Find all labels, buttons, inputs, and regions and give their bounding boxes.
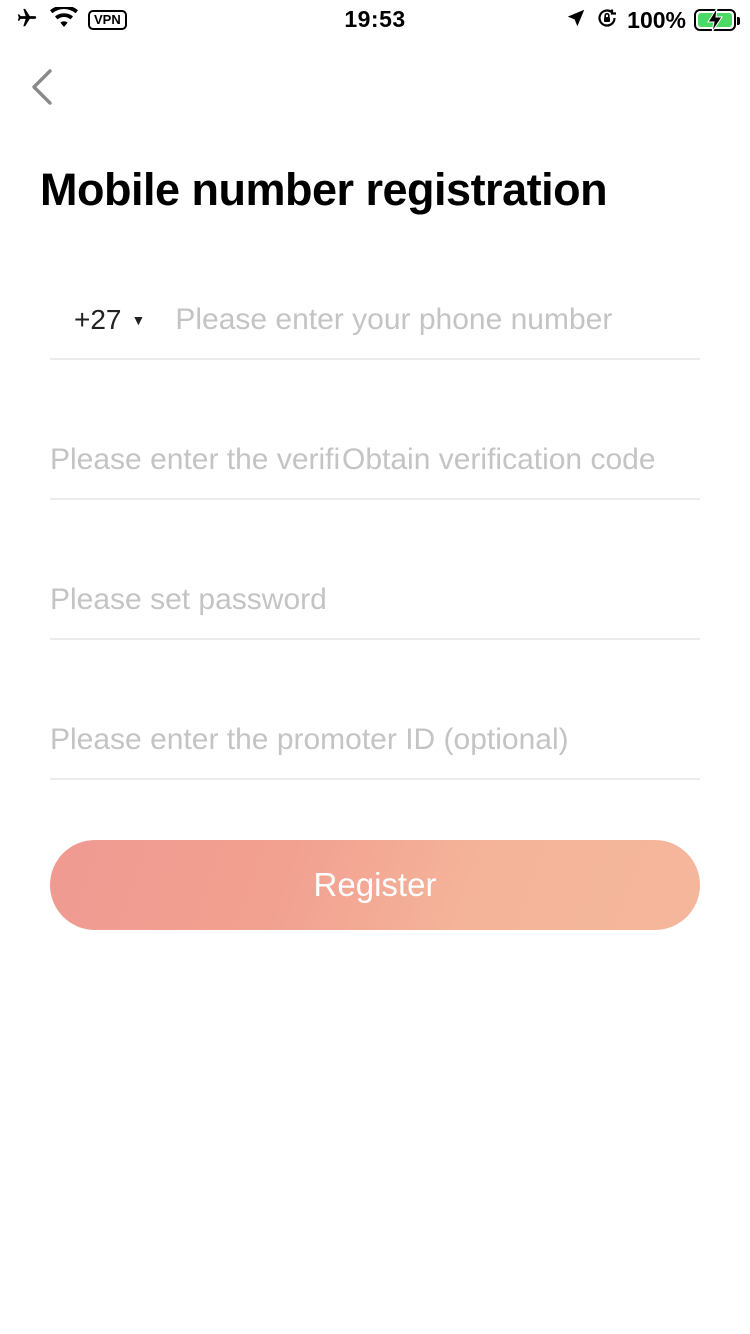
password-input[interactable] — [50, 570, 700, 630]
caret-down-icon: ▼ — [131, 312, 146, 328]
battery-cap — [737, 17, 740, 25]
phone-field-row: +27 ▼ — [50, 282, 700, 360]
promoter-row — [50, 702, 700, 780]
location-arrow-icon — [565, 7, 587, 34]
country-code-selector[interactable]: +27 ▼ — [74, 304, 145, 336]
chevron-left-icon — [30, 68, 54, 111]
verification-code-input[interactable] — [50, 430, 340, 490]
battery-percentage: 100% — [627, 6, 686, 33]
page-title: Mobile number registration — [40, 164, 608, 215]
battery-icon — [694, 7, 740, 33]
password-row — [50, 562, 700, 640]
obtain-code-button[interactable]: Obtain verification code — [342, 443, 656, 477]
phone-input[interactable] — [175, 290, 700, 350]
status-bar-right: 100% — [565, 6, 740, 35]
verification-code-row: Obtain verification code — [50, 422, 700, 500]
status-bar: VPN 19:53 100% — [0, 0, 750, 40]
back-button[interactable] — [22, 66, 62, 112]
promoter-id-input[interactable] — [50, 710, 700, 770]
register-button[interactable]: Register — [50, 840, 700, 930]
orientation-lock-icon — [595, 6, 619, 35]
country-code-value: +27 — [74, 304, 122, 335]
charging-bolt-icon — [706, 7, 724, 37]
